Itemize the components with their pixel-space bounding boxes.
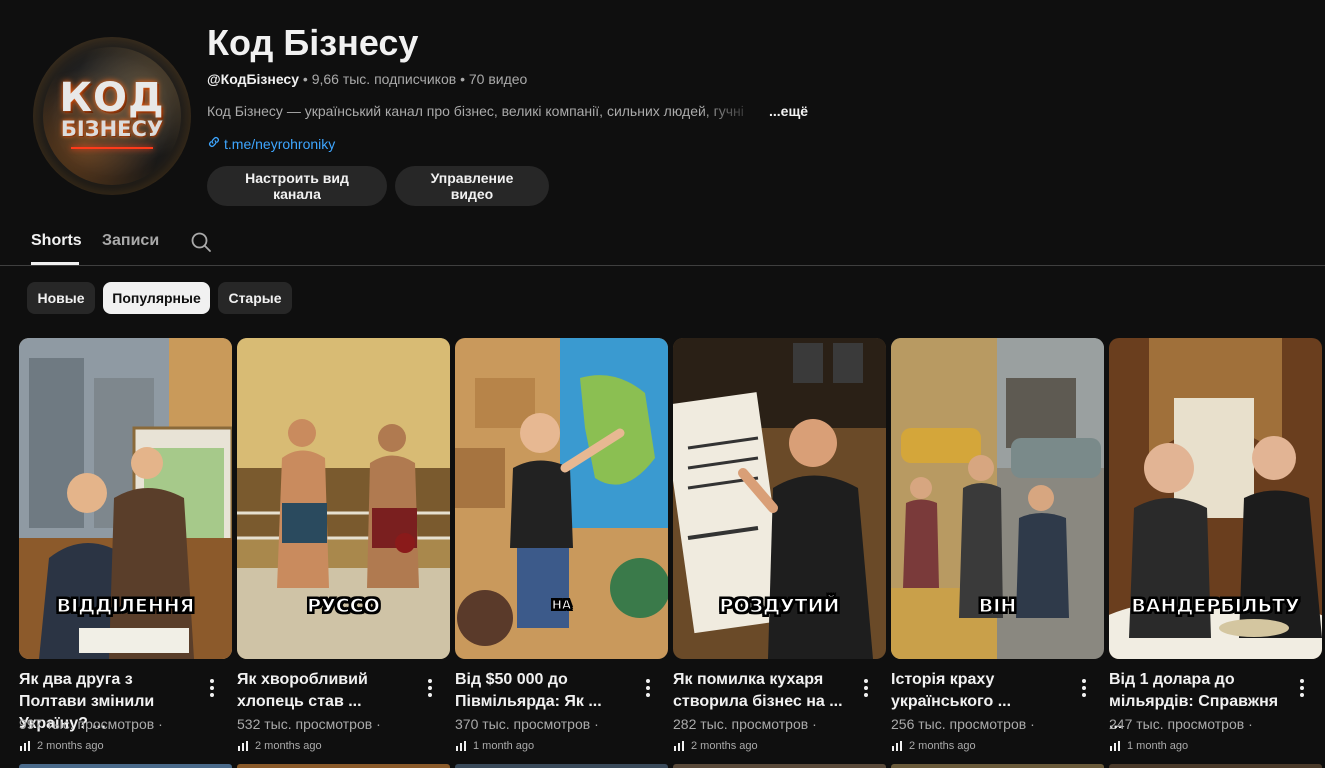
next-row-thumbnail[interactable] [237,764,450,768]
stats-icon [892,741,902,751]
tabs-divider [0,265,1325,266]
view-count: 997 тыс. просмотров · [19,716,163,732]
short-card[interactable]: ВІН Історія краху українського ... 256 т… [891,338,1104,768]
short-date-row: 2 months ago [673,740,758,752]
short-thumbnail[interactable]: ВАНДЕРБІЛЬТУ [1109,338,1322,659]
short-card[interactable]: РОЗДУТИЙ Як помилка кухаря створила бізн… [673,338,886,768]
short-thumbnail[interactable]: РОЗДУТИЙ [673,338,886,659]
short-date-row: 1 month ago [1109,740,1188,752]
more-vert-icon[interactable] [1077,677,1091,699]
tab-shorts[interactable]: Shorts [31,232,82,250]
short-card[interactable]: РУССО Як хворобливий хлопець став ... 53… [237,338,450,768]
more-vert-icon[interactable] [641,677,655,699]
next-row-thumbnail[interactable] [1109,764,1322,768]
meta-separator: • [460,71,469,87]
upload-date: 2 months ago [37,740,104,752]
meta-separator: • [302,71,312,87]
view-count: 370 тыс. просмотров · [455,716,599,732]
short-thumbnail[interactable]: ВІДДІЛЕННЯ [19,338,232,659]
view-count: 247 тыс. просмотров · [1109,716,1253,732]
stats-icon [674,741,684,751]
short-thumbnail[interactable]: РУССО [237,338,450,659]
subscriber-count: 9,66 тыс. подписчиков [311,71,457,87]
more-vert-icon[interactable] [423,677,437,699]
short-title[interactable]: Історія краху українського ... [891,669,1076,713]
avatar-logo-line1: КОД [59,75,165,121]
short-thumbnail[interactable]: НА [455,338,668,659]
chip-oldest[interactable]: Старые [218,282,292,314]
chip-popular[interactable]: Популярные [103,282,210,314]
short-title[interactable]: Від $50 000 до Півмільярда: Як ... [455,669,640,713]
more-button[interactable]: ...ещё [769,103,808,119]
channel-avatar[interactable]: КОД БІЗНЕСУ [33,37,191,195]
avatar-logo-line2: БІЗНЕСУ [60,117,164,141]
next-row-thumbnail[interactable] [19,764,232,768]
description-fade [700,100,760,122]
thumbnail-caption: РОЗДУТИЙ [719,595,840,618]
stats-icon [238,741,248,751]
short-date-row: 1 month ago [455,740,534,752]
more-vert-icon[interactable] [859,677,873,699]
channel-description[interactable]: Код Бізнесу — український канал про бізн… [207,103,752,119]
upload-date: 2 months ago [691,740,758,752]
next-row-thumbnail[interactable] [891,764,1104,768]
stats-icon [456,741,466,751]
avatar-pulse-line [71,147,153,149]
short-title[interactable]: Як помилка кухаря створила бізнес на ... [673,669,858,713]
view-count: 256 тыс. просмотров · [891,716,1035,732]
video-count: 70 видео [468,71,528,87]
short-card[interactable]: ВІДДІЛЕННЯ Як два друга з Полтави змінил… [19,338,232,768]
chip-newest[interactable]: Новые [27,282,95,314]
customize-channel-button[interactable]: Настроить вид канала [207,166,387,206]
short-card[interactable]: НА Від $50 000 до Півмільярда: Як ... 37… [455,338,668,768]
view-count: 282 тыс. просмотров · [673,716,817,732]
tab-posts[interactable]: Записи [102,232,159,250]
manage-videos-button[interactable]: Управление видео [395,166,549,206]
more-vert-icon[interactable] [1295,677,1309,699]
search-icon[interactable] [189,230,213,254]
short-card[interactable]: ВАНДЕРБІЛЬТУ Від 1 долара до мільярдів: … [1109,338,1322,768]
upload-date: 2 months ago [255,740,322,752]
thumbnail-caption: ВІН [978,595,1017,618]
upload-date: 2 months ago [909,740,976,752]
channel-link-text: t.me/neyrohroniky [224,135,336,152]
channel-meta: @КодБізнесу • 9,66 тыс. подписчиков • 70… [207,71,527,87]
upload-date: 1 month ago [473,740,535,752]
short-date-row: 2 months ago [19,740,104,752]
stats-icon [1110,741,1120,751]
stats-icon [20,741,30,751]
link-icon [207,135,221,152]
upload-date: 1 month ago [1127,740,1189,752]
channel-name: Код Бізнесу [207,22,419,63]
thumbnail-caption: НА [551,598,572,613]
channel-link[interactable]: t.me/neyrohroniky [207,135,335,152]
next-row-thumbnail[interactable] [455,764,668,768]
short-thumbnail[interactable]: ВІН [891,338,1104,659]
thumbnail-caption: ВАНДЕРБІЛЬТУ [1131,595,1300,618]
thumbnail-caption: РУССО [307,595,381,618]
next-row-thumbnail[interactable] [673,764,886,768]
short-title[interactable]: Як хворобливий хлопець став ... [237,669,422,713]
short-date-row: 2 months ago [891,740,976,752]
short-date-row: 2 months ago [237,740,322,752]
view-count: 532 тыс. просмотров · [237,716,381,732]
channel-handle: @КодБізнесу [207,71,299,87]
thumbnail-caption: ВІДДІЛЕННЯ [56,595,195,618]
more-vert-icon[interactable] [205,677,219,699]
